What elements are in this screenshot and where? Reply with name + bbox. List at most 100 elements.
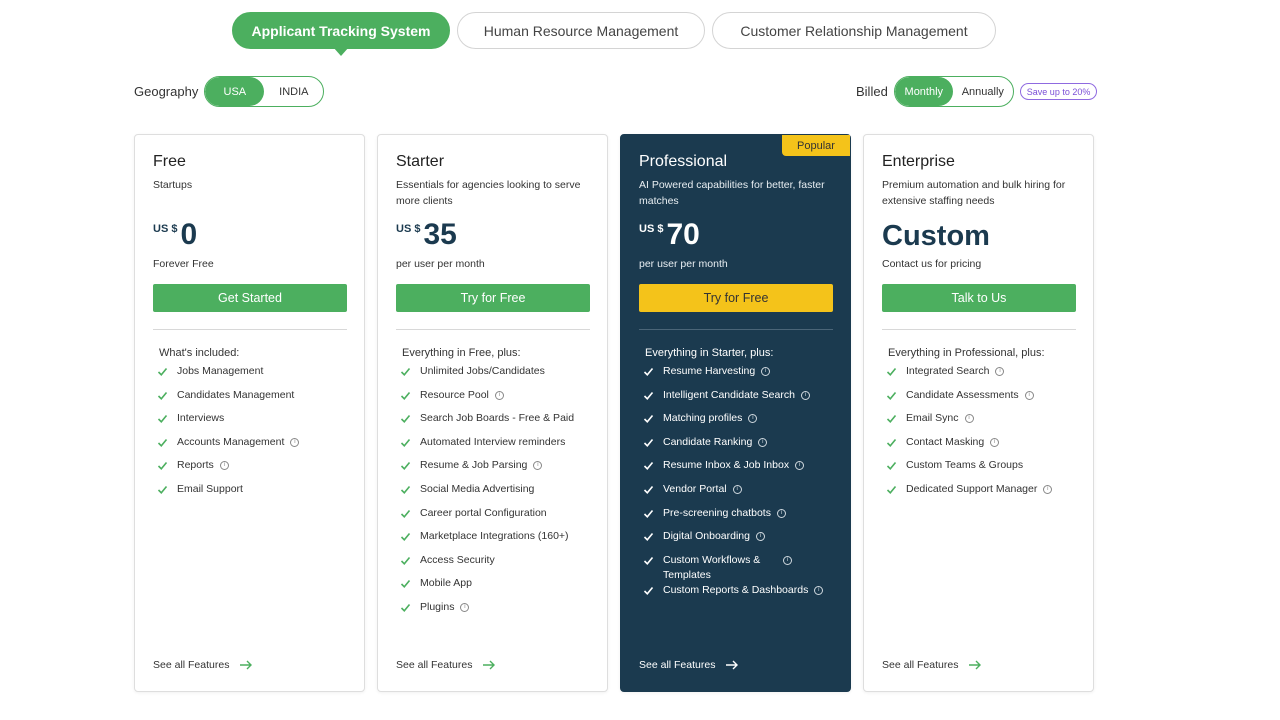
plan-name: Enterprise: [882, 153, 955, 170]
feature-label: Resource Pool: [420, 388, 489, 401]
billing-toggle-group: Billed Monthly Annually Save up to 20%: [856, 76, 1098, 107]
info-icon[interactable]: i: [761, 367, 771, 376]
price-currency: US $: [153, 223, 178, 235]
info-icon[interactable]: i: [795, 461, 805, 471]
check-icon: [643, 462, 654, 471]
info-icon[interactable]: i: [1024, 390, 1034, 400]
divider: [396, 329, 590, 330]
feature-item: Accounts Management i: [157, 435, 346, 459]
feature-label: Digital Onboarding: [663, 530, 750, 543]
check-icon: [400, 533, 411, 542]
tab-human-resource-management[interactable]: Human Resource Management: [457, 12, 705, 49]
feature-label: Custom Reports & Dashboards: [663, 583, 809, 596]
feature-label: Vendor Portal: [663, 482, 727, 495]
feature-item: Access Security: [400, 553, 589, 577]
feature-label: Candidates Management: [177, 388, 295, 401]
plan-description: Essentials for agencies looking to serve…: [396, 179, 581, 207]
feature-label: Automated Interview reminders: [420, 435, 566, 448]
tab-applicant-tracking-system[interactable]: Applicant Tracking System: [232, 12, 450, 56]
get-started-button[interactable]: Get Started: [153, 284, 347, 312]
feature-item: Search Job Boards - Free & Paid: [400, 411, 589, 435]
check-icon: [400, 391, 411, 400]
included-title: Everything in Free, plus:: [402, 347, 521, 359]
info-icon[interactable]: i: [460, 602, 470, 612]
included-title: Everything in Professional, plus:: [888, 347, 1045, 359]
arrow-right-icon: [726, 660, 739, 670]
info-icon[interactable]: i: [219, 461, 229, 471]
check-icon: [157, 391, 168, 400]
check-icon: [400, 556, 411, 565]
feature-item: Dedicated Support Manager i: [886, 482, 1075, 506]
feature-label: Resume Harvesting: [663, 365, 756, 377]
info-icon[interactable]: i: [494, 390, 504, 400]
feature-label: Reports: [177, 459, 214, 472]
feature-item: Matching profiles i: [643, 411, 832, 435]
plan-price: US $ 0: [153, 217, 346, 257]
feature-label: Plugins: [420, 600, 455, 613]
feature-item: Vendor Portal i: [643, 482, 832, 506]
geography-toggle-group: Geography USA INDIA: [134, 76, 325, 107]
feature-item: Marketplace Integrations (160+): [400, 529, 589, 553]
info-icon[interactable]: i: [755, 532, 765, 542]
feature-item: Email Support: [157, 482, 346, 506]
info-icon[interactable]: i: [964, 414, 974, 424]
feature-item: Candidates Management: [157, 388, 346, 412]
price-subtext: Contact us for pricing: [882, 258, 982, 270]
geography-option-india[interactable]: INDIA: [264, 77, 323, 106]
check-icon: [886, 415, 897, 424]
check-icon: [643, 367, 654, 376]
info-icon[interactable]: i: [990, 437, 1000, 447]
feature-item: Jobs Management: [157, 364, 346, 388]
info-icon[interactable]: i: [814, 585, 824, 595]
billing-option-monthly[interactable]: Monthly: [894, 77, 953, 106]
info-icon[interactable]: i: [290, 437, 300, 447]
price-custom: Custom: [882, 220, 990, 252]
price-currency: US $: [396, 223, 421, 235]
check-icon: [643, 533, 654, 542]
see-all-features-link[interactable]: See all Features: [153, 659, 253, 671]
info-icon[interactable]: i: [748, 414, 758, 424]
geography-option-usa[interactable]: USA: [205, 77, 265, 106]
feature-item: Career portal Configuration: [400, 506, 589, 530]
info-icon[interactable]: i: [800, 390, 810, 400]
feature-item: Social Media Advertising: [400, 482, 589, 506]
pricing-cards: Free Startups US $ 0 Forever Free Get St…: [134, 134, 1094, 692]
see-all-features-link[interactable]: See all Features: [639, 659, 739, 671]
feature-item: Pre-screening chatbots i: [643, 506, 832, 530]
info-icon[interactable]: i: [732, 484, 742, 494]
info-icon[interactable]: i: [995, 367, 1005, 376]
feature-label: Candidate Ranking: [663, 435, 753, 448]
price-amount: 35: [423, 218, 457, 251]
info-icon[interactable]: i: [776, 508, 786, 518]
feature-label: Email Sync: [906, 412, 959, 425]
plan-card-enterprise: Enterprise Premium automation and bulk h…: [863, 134, 1094, 692]
see-all-features-link[interactable]: See all Features: [396, 659, 496, 671]
check-icon: [643, 415, 654, 424]
included-title: Everything in Starter, plus:: [645, 347, 774, 359]
billing-toggle[interactable]: Monthly Annually: [893, 76, 1014, 107]
try-for-free-button[interactable]: Try for Free: [639, 284, 833, 312]
billing-option-annually[interactable]: Annually: [953, 77, 1013, 106]
price-subtext: per user per month: [396, 258, 485, 270]
feature-item: Intelligent Candidate Search i: [643, 388, 832, 412]
check-icon: [400, 603, 411, 612]
info-icon[interactable]: i: [758, 437, 768, 447]
plan-description: Startups: [153, 179, 193, 191]
tab-customer-relationship-management[interactable]: Customer Relationship Management: [712, 12, 996, 49]
feature-label: Interviews: [177, 412, 225, 425]
plan-name: Starter: [396, 153, 445, 170]
feature-item: Custom Reports & Dashboards i: [643, 583, 832, 607]
geography-toggle[interactable]: USA INDIA: [204, 76, 325, 107]
info-icon[interactable]: i: [533, 461, 543, 471]
check-icon: [400, 509, 411, 518]
feature-item: Contact Masking i: [886, 435, 1075, 459]
talk-to-us-button[interactable]: Talk to Us: [882, 284, 1076, 312]
divider: [639, 329, 833, 330]
arrow-right-icon: [240, 660, 253, 670]
see-all-features-link[interactable]: See all Features: [882, 659, 982, 671]
info-icon[interactable]: i: [783, 555, 792, 565]
feature-label: Resume & Job Parsing: [420, 459, 528, 472]
try-for-free-button[interactable]: Try for Free: [396, 284, 590, 312]
check-icon: [400, 580, 411, 589]
info-icon[interactable]: i: [1043, 484, 1053, 494]
